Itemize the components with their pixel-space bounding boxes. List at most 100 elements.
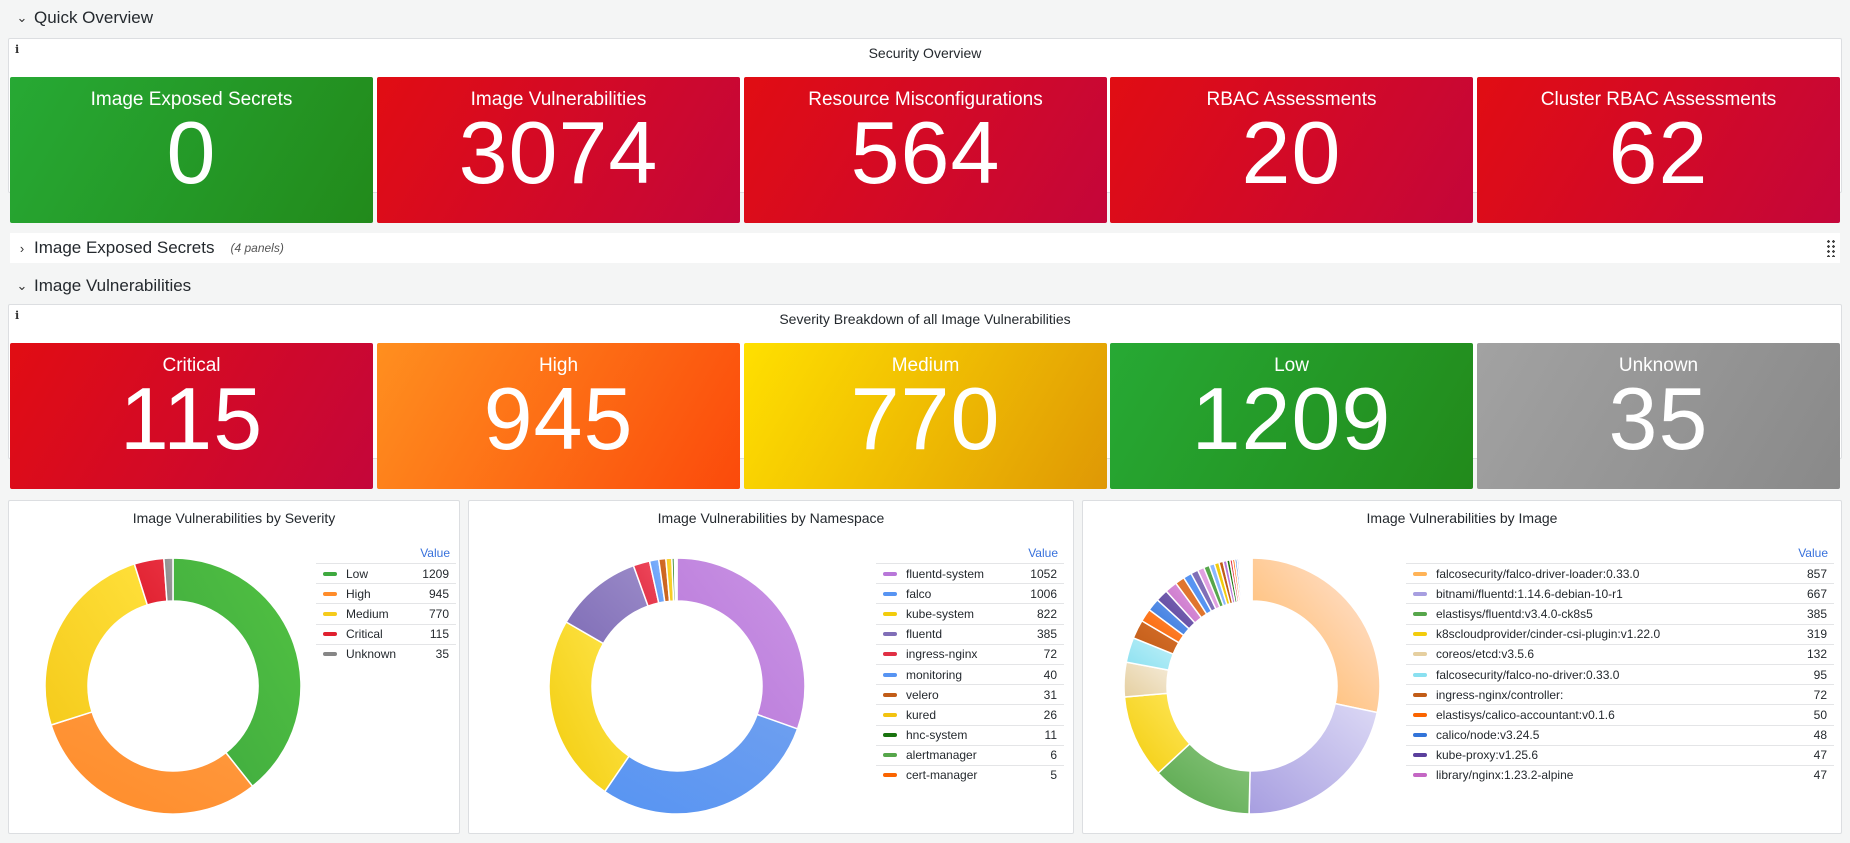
chevron-down-icon: ⌄ xyxy=(16,278,28,293)
legend-item-monitoring[interactable]: monitoring 40 xyxy=(876,663,1064,684)
legend-swatch xyxy=(883,712,897,717)
legend-item-k8scloudprovider-cinder-csi-plugin-v1-22-0[interactable]: k8scloudprovider/cinder-csi-plugin:v1.22… xyxy=(1406,623,1834,644)
legend-item-kube-proxy-v1-25-6[interactable]: kube-proxy:v1.25.6 47 xyxy=(1406,744,1834,765)
legend-label: ingress-nginx/controller: xyxy=(1436,687,1564,702)
pie-slice-falco[interactable] xyxy=(603,713,799,815)
legend-value: 31 xyxy=(1043,687,1057,702)
pie-slice-cert-manager[interactable] xyxy=(675,557,678,602)
legend-label: ingress-nginx xyxy=(906,647,978,662)
legend-item-velero[interactable]: velero 31 xyxy=(876,684,1064,704)
legend-item-kured[interactable]: kured 26 xyxy=(876,704,1064,724)
legend-header[interactable]: Value xyxy=(316,543,456,563)
panel-title: Image Vulnerabilities by Namespace xyxy=(657,510,885,526)
legend-swatch xyxy=(883,591,897,596)
legend-label: hnc-system xyxy=(906,728,968,743)
legend-item-alertmanager[interactable]: alertmanager 6 xyxy=(876,744,1064,765)
stat-value: 20 xyxy=(1241,103,1342,202)
legend-swatch xyxy=(1413,632,1427,637)
legend-item-cert-manager[interactable]: cert-manager 5 xyxy=(876,764,1064,785)
stat-value: 35 xyxy=(1608,369,1709,468)
legend-item-coreos-etcd-v3-5-6[interactable]: coreos/etcd:v3.5.6 132 xyxy=(1406,643,1834,664)
legend-swatch xyxy=(1413,773,1427,778)
legend-swatch xyxy=(323,632,337,637)
legend-value: 385 xyxy=(1806,606,1827,621)
legend-swatch xyxy=(1413,591,1427,596)
legend-item-high[interactable]: High 945 xyxy=(316,583,456,603)
legend-item-hnc-system[interactable]: hnc-system 11 xyxy=(876,724,1064,745)
pie-slice-medium[interactable] xyxy=(44,563,149,726)
severity-stat-medium[interactable]: Medium 770 xyxy=(744,343,1107,489)
legend-item-falco[interactable]: falco 1006 xyxy=(876,583,1064,603)
legend-swatch xyxy=(883,611,897,616)
legend-item-fluentd-system[interactable]: fluentd-system 1052 xyxy=(876,563,1064,583)
severity-stat-high[interactable]: High 945 xyxy=(377,343,740,489)
legend-label: falcosecurity/falco-no-driver:0.33.0 xyxy=(1436,667,1620,682)
security-stat-resource-misconfigurations[interactable]: Resource Misconfigurations 564 xyxy=(744,77,1107,223)
legend-header[interactable]: Value xyxy=(876,543,1064,563)
legend-swatch xyxy=(1413,652,1427,657)
pie-slice-kube-system[interactable] xyxy=(548,620,631,793)
drag-handle-icon[interactable] xyxy=(1826,239,1836,257)
severity-stat-low[interactable]: Low 1209 xyxy=(1110,343,1473,489)
row-title: Image Exposed Secrets xyxy=(34,238,215,257)
legend-swatch xyxy=(1413,712,1427,717)
legend-item-falcosecurity-falco-no-driver-0-33-0[interactable]: falcosecurity/falco-no-driver:0.33.0 95 xyxy=(1406,663,1834,684)
legend-value: 50 xyxy=(1813,707,1827,722)
legend-label: kube-system xyxy=(906,606,975,621)
legend-value: 48 xyxy=(1813,728,1827,743)
severity-stat-critical[interactable]: Critical 115 xyxy=(10,343,373,489)
security-stat-cluster-rbac-assessments[interactable]: Cluster RBAC Assessments 62 xyxy=(1477,77,1840,223)
legend-swatch xyxy=(883,753,897,758)
panel-title: Severity Breakdown of all Image Vulnerab… xyxy=(779,311,1071,327)
row-quick-overview[interactable]: ⌄ Quick Overview xyxy=(0,8,1850,28)
pie-slice-fluentd-system[interactable] xyxy=(676,557,806,730)
pie-slice-low[interactable] xyxy=(172,557,302,788)
legend-item-kube-system[interactable]: kube-system 822 xyxy=(876,603,1064,623)
stat-value: 62 xyxy=(1608,103,1709,202)
security-stat-rbac-assessments[interactable]: RBAC Assessments 20 xyxy=(1110,77,1473,223)
legend-item-critical[interactable]: Critical 115 xyxy=(316,623,456,644)
legend-item-bitnami-fluentd-1-14-6-debian-10-r1[interactable]: bitnami/fluentd:1.14.6-debian-10-r1 667 xyxy=(1406,583,1834,603)
legend-item-ingress-nginx-controller-[interactable]: ingress-nginx/controller: 72 xyxy=(1406,684,1834,704)
severity-stat-unknown[interactable]: Unknown 35 xyxy=(1477,343,1840,489)
legend-value: 40 xyxy=(1043,667,1057,682)
legend-label: falcosecurity/falco-driver-loader:0.33.0 xyxy=(1436,566,1640,581)
legend-swatch xyxy=(883,733,897,738)
legend-item-fluentd[interactable]: fluentd 385 xyxy=(876,623,1064,644)
security-stat-image-vulnerabilities[interactable]: Image Vulnerabilities 3074 xyxy=(377,77,740,223)
legend-label: fluentd-system xyxy=(906,566,985,581)
legend-swatch xyxy=(1413,733,1427,738)
legend-header[interactable]: Value xyxy=(1406,543,1834,563)
legend-value: 95 xyxy=(1813,667,1827,682)
legend-item-low[interactable]: Low 1209 xyxy=(316,563,456,583)
legend-label: elastisys/calico-accountant:v0.1.6 xyxy=(1436,707,1615,722)
legend-item-elastisys-calico-accountant-v0-1-6[interactable]: elastisys/calico-accountant:v0.1.6 50 xyxy=(1406,704,1834,724)
stat-value: 564 xyxy=(850,103,1001,202)
legend-value: 6 xyxy=(1050,748,1057,763)
security-stat-image-exposed-secrets[interactable]: Image Exposed Secrets 0 xyxy=(10,77,373,223)
pie-slice-falcosecurity-falco-driver-loader-0-33-0[interactable] xyxy=(1251,557,1381,714)
pie-panel-image: Image Vulnerabilities by Image Value falc… xyxy=(1082,500,1842,834)
stat-value: 0 xyxy=(166,103,217,202)
legend-item-elastisys-fluentd-v3-4-0-ck8s5[interactable]: elastisys/fluentd:v3.4.0-ck8s5 385 xyxy=(1406,603,1834,623)
pie-slice-bitnami-fluentd-1-14-6-debian-10-r1[interactable] xyxy=(1248,702,1379,815)
pie-panel-severity: Image Vulnerabilities by Severity Value L… xyxy=(8,500,460,834)
legend-label: k8scloudprovider/cinder-csi-plugin:v1.22… xyxy=(1436,627,1661,642)
pie-legend-image: Value falcosecurity/falco-driver-loader:0… xyxy=(1406,543,1834,785)
pie-legend-namespace: Value fluentd-system 1052 falco 1006 kube-sys… xyxy=(876,543,1064,785)
row-image-vulnerabilities[interactable]: ⌄ Image Vulnerabilities xyxy=(0,276,1850,296)
legend-swatch xyxy=(323,611,337,616)
legend-item-ingress-nginx[interactable]: ingress-nginx 72 xyxy=(876,643,1064,664)
legend-item-falcosecurity-falco-driver-loader-0-33-0[interactable]: falcosecurity/falco-driver-loader:0.33.0… xyxy=(1406,563,1834,583)
legend-item-calico-node-v3-24-5[interactable]: calico/node:v3.24.5 48 xyxy=(1406,724,1834,745)
legend-label: High xyxy=(346,586,371,601)
pie-slice-high[interactable] xyxy=(50,710,254,815)
legend-item-library-nginx-1-23-2-alpine[interactable]: library/nginx:1.23.2-alpine 47 xyxy=(1406,764,1834,785)
legend-item-unknown[interactable]: Unknown 35 xyxy=(316,643,456,664)
pie-chart-namespace xyxy=(548,557,806,815)
stat-value: 770 xyxy=(850,369,1001,468)
stat-value: 3074 xyxy=(458,103,659,202)
row-image-exposed-secrets[interactable]: › Image Exposed Secrets (4 panels) xyxy=(10,233,1840,263)
legend-item-medium[interactable]: Medium 770 xyxy=(316,603,456,623)
pie-chart-image xyxy=(1123,557,1381,815)
